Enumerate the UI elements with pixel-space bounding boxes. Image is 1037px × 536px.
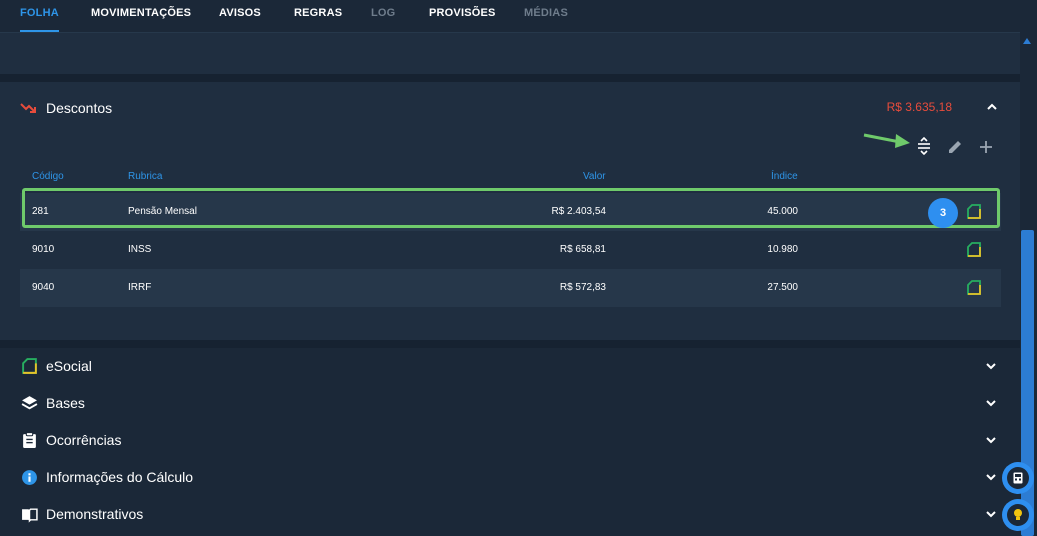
previous-panel bbox=[0, 33, 1020, 74]
column-header-codigo[interactable]: Código bbox=[32, 171, 64, 182]
cell-valor: R$ 572,83 bbox=[559, 282, 606, 293]
step-badge: 3 bbox=[928, 198, 958, 228]
book-icon bbox=[22, 508, 38, 523]
cell-indice: 10.980 bbox=[767, 244, 798, 255]
divider bbox=[0, 340, 1020, 348]
column-header-indice[interactable]: Índice bbox=[771, 171, 798, 182]
lightbulb-icon bbox=[1014, 509, 1022, 520]
tab-folha[interactable]: FOLHA bbox=[20, 0, 59, 32]
cell-rubrica: INSS bbox=[128, 244, 152, 255]
section-label: Demonstrativos bbox=[46, 506, 144, 522]
section-informacoes-do-calculo[interactable]: Informações do Cálculo bbox=[0, 459, 1020, 496]
section-label: Ocorrências bbox=[46, 432, 122, 448]
cell-valor: R$ 658,81 bbox=[559, 244, 606, 255]
annotation-arrow-icon bbox=[863, 133, 910, 148]
chevron-down-icon[interactable] bbox=[984, 433, 998, 447]
info-icon bbox=[22, 470, 37, 485]
expand-rows-icon[interactable] bbox=[915, 137, 933, 155]
cell-indice: 27.500 bbox=[767, 282, 798, 293]
document-icon[interactable] bbox=[966, 280, 982, 296]
tab-bar: FOLHA MOVIMENTAÇÕES AVISOS REGRAS LOG PR… bbox=[0, 0, 1020, 33]
document-icon[interactable] bbox=[966, 242, 982, 258]
document-icon bbox=[22, 358, 37, 374]
divider bbox=[0, 74, 1020, 82]
tab-movimentacoes[interactable]: MOVIMENTAÇÕES bbox=[91, 0, 191, 30]
descontos-header[interactable]: Descontos bbox=[20, 100, 112, 116]
tab-log[interactable]: LOG bbox=[371, 0, 395, 30]
tab-medias[interactable]: MÉDIAS bbox=[524, 0, 568, 30]
scroll-up-icon[interactable] bbox=[1022, 36, 1032, 46]
clipboard-icon bbox=[23, 432, 36, 448]
section-label: eSocial bbox=[46, 358, 92, 374]
cell-codigo: 9040 bbox=[32, 282, 55, 293]
cell-rubrica: IRRF bbox=[128, 282, 152, 293]
calculator-icon bbox=[1013, 472, 1023, 484]
table-row[interactable]: 9010 INSS R$ 658,81 10.980 bbox=[20, 231, 1001, 269]
table-row[interactable]: 9040 IRRF R$ 572,83 27.500 bbox=[20, 269, 1001, 307]
section-bases[interactable]: Bases bbox=[0, 385, 1020, 422]
section-label: Informações do Cálculo bbox=[46, 469, 194, 485]
descontos-title: Descontos bbox=[46, 100, 113, 116]
calculator-fab-button[interactable] bbox=[1002, 462, 1034, 494]
edit-icon[interactable] bbox=[946, 138, 964, 156]
column-header-rubrica[interactable]: Rubrica bbox=[128, 171, 162, 182]
chevron-down-icon[interactable] bbox=[984, 359, 998, 373]
section-esocial[interactable]: eSocial bbox=[0, 348, 1020, 385]
chevron-down-icon[interactable] bbox=[984, 470, 998, 484]
column-header-valor[interactable]: Valor bbox=[583, 171, 606, 182]
cell-codigo: 9010 bbox=[32, 244, 55, 255]
trending-down-icon bbox=[20, 103, 36, 113]
section-demonstrativos[interactable]: Demonstrativos bbox=[0, 496, 1020, 533]
chevron-down-icon[interactable] bbox=[984, 507, 998, 521]
tips-fab-button[interactable] bbox=[1002, 499, 1034, 531]
add-icon[interactable] bbox=[977, 138, 995, 156]
tab-avisos[interactable]: AVISOS bbox=[219, 0, 261, 30]
descontos-total: R$ 3.635,18 bbox=[886, 100, 952, 114]
row-highlight-frame bbox=[22, 188, 1000, 228]
chevron-down-icon[interactable] bbox=[984, 396, 998, 410]
tab-provisoes[interactable]: PROVISÕES bbox=[429, 0, 496, 30]
section-ocorrencias[interactable]: Ocorrências bbox=[0, 422, 1020, 459]
tab-regras[interactable]: REGRAS bbox=[294, 0, 342, 30]
layers-icon bbox=[21, 396, 38, 410]
chevron-up-icon[interactable] bbox=[985, 100, 999, 114]
section-label: Bases bbox=[46, 395, 85, 411]
